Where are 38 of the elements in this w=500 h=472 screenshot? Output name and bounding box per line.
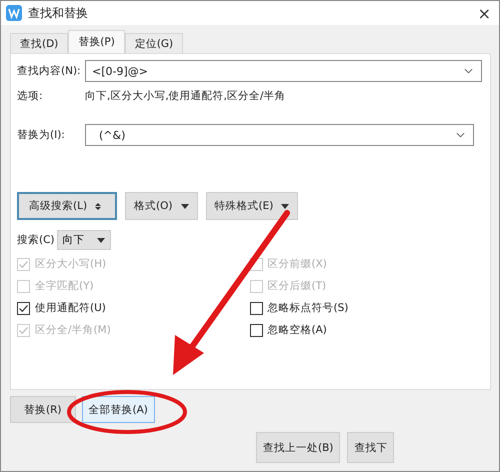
up-down-arrows-icon bbox=[95, 202, 102, 210]
tab[interactable]: 查找(D) bbox=[10, 33, 68, 53]
field-label: 替换为(I): bbox=[17, 128, 66, 142]
replace-button[interactable]: 替换(R) bbox=[10, 396, 76, 423]
field-label: 查找内容(N): bbox=[17, 64, 82, 78]
find-button[interactable]: 查找下 bbox=[347, 432, 394, 463]
window-title: 查找和替换 bbox=[28, 4, 88, 22]
direction-dropdown[interactable]: 向下 bbox=[56, 230, 111, 250]
chevron-down-icon[interactable] bbox=[456, 132, 465, 138]
checked-checkbox[interactable] bbox=[17, 302, 30, 314]
chevron-down-icon[interactable] bbox=[464, 68, 473, 74]
checkbox-label: 区分大小写(H) bbox=[35, 257, 106, 271]
checkbox-label: 区分前缀(X) bbox=[268, 257, 327, 271]
find-field[interactable]: <[0-9]@> bbox=[85, 60, 482, 82]
replace-button[interactable]: 全部替换(A) bbox=[82, 396, 155, 423]
toolbar-button[interactable]: 高级搜索(L) bbox=[17, 192, 118, 220]
toolbar-button[interactable]: 特殊格式(E) bbox=[206, 192, 298, 220]
caret-icon bbox=[180, 204, 189, 208]
options-label: 选项: bbox=[17, 89, 44, 103]
tab[interactable]: 替换(P) bbox=[68, 30, 125, 53]
checkbox-label: 区分后缀(T) bbox=[268, 279, 326, 293]
replace-field[interactable]: (^&) bbox=[85, 124, 474, 146]
checkbox-label: 全字匹配(Y) bbox=[35, 279, 94, 293]
checkbox[interactable] bbox=[250, 302, 262, 314]
tab[interactable]: 定位(G) bbox=[124, 33, 184, 53]
checkbox-label: 忽略标点符号(S) bbox=[268, 301, 348, 315]
close-icon[interactable]: × bbox=[478, 4, 491, 22]
toolbar-button[interactable]: 格式(O) bbox=[125, 192, 198, 220]
caret-icon bbox=[281, 204, 290, 208]
caret-icon bbox=[96, 238, 105, 242]
checkbox-label: 使用通配符(U) bbox=[35, 301, 106, 315]
find-button[interactable]: 查找上一处(B) bbox=[256, 432, 340, 463]
checkbox[interactable] bbox=[250, 324, 262, 336]
app-logo-icon bbox=[6, 5, 22, 21]
options-summary: 向下,区分大小写,使用通配符,区分全/半角 bbox=[85, 89, 286, 103]
search-label: 搜索(C) bbox=[17, 233, 55, 247]
checkbox-label: 区分全/半角(M) bbox=[35, 323, 111, 337]
checkbox-label: 忽略空格(A) bbox=[268, 323, 327, 337]
